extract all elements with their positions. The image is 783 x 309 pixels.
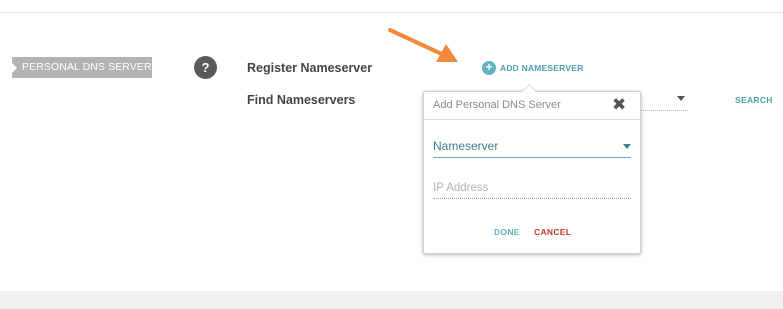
dialog-header: Add Personal DNS Server ✖ bbox=[424, 92, 640, 120]
nameserver-select[interactable]: Nameserver bbox=[433, 137, 631, 158]
done-button[interactable]: DONE bbox=[494, 227, 520, 237]
tag-notch bbox=[12, 63, 17, 73]
search-button[interactable]: SEARCH bbox=[735, 95, 773, 105]
find-nameserver-field-underline bbox=[638, 110, 688, 111]
nameserver-select-value: Nameserver bbox=[433, 139, 499, 153]
register-nameserver-label: Register Nameserver bbox=[247, 61, 373, 75]
question-icon[interactable]: ? bbox=[194, 56, 217, 79]
section-tag-label: PERSONAL DNS SERVER bbox=[22, 61, 152, 73]
find-nameservers-label: Find Nameservers bbox=[247, 93, 356, 107]
chevron-down-icon bbox=[623, 144, 631, 149]
cancel-button[interactable]: CANCEL bbox=[534, 227, 571, 237]
add-nameserver-label: ADD NAMESERVER bbox=[500, 63, 584, 73]
chevron-down-icon[interactable] bbox=[677, 96, 685, 101]
add-dns-server-dialog: Add Personal DNS Server ✖ Nameserver DON… bbox=[423, 84, 641, 254]
section-tag-personal-dns: PERSONAL DNS SERVER bbox=[12, 57, 152, 78]
footer-band bbox=[0, 291, 783, 309]
ip-address-input[interactable] bbox=[433, 178, 631, 199]
top-divider bbox=[0, 12, 783, 13]
arrow-annotation-icon bbox=[388, 28, 458, 62]
dialog-caret-fill bbox=[522, 85, 536, 92]
dialog-title: Add Personal DNS Server bbox=[433, 99, 561, 111]
close-icon[interactable]: ✖ bbox=[612, 96, 626, 114]
plus-circle-icon: + bbox=[482, 61, 496, 75]
